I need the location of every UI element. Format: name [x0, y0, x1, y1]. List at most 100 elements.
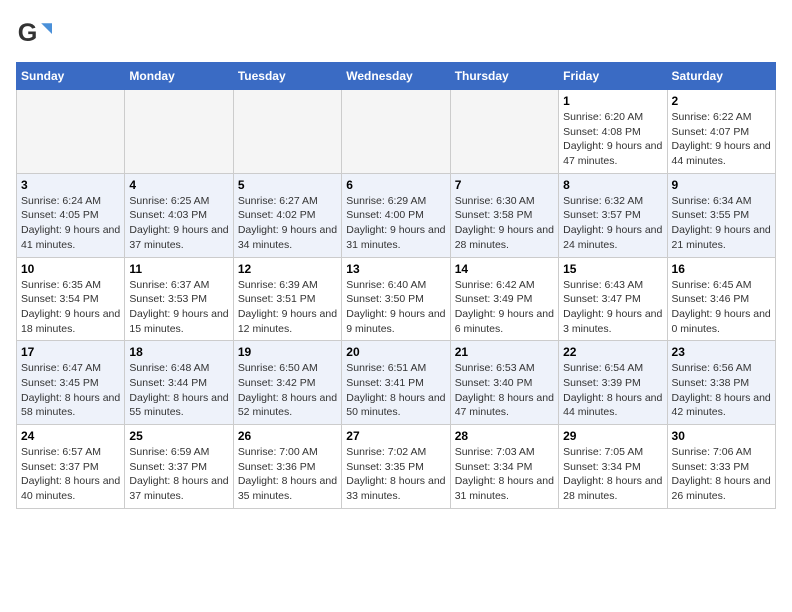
- column-header-friday: Friday: [559, 63, 667, 90]
- day-info: Sunrise: 6:37 AMSunset: 3:53 PMDaylight:…: [129, 278, 228, 337]
- day-number: 4: [129, 178, 228, 192]
- logo: G: [16, 16, 56, 52]
- calendar-cell: 18 Sunrise: 6:48 AMSunset: 3:44 PMDayligh…: [125, 341, 233, 425]
- day-info: Sunrise: 6:20 AMSunset: 4:08 PMDaylight:…: [563, 110, 662, 169]
- calendar-cell: 24 Sunrise: 6:57 AMSunset: 3:37 PMDayligh…: [17, 425, 125, 509]
- day-info: Sunrise: 6:53 AMSunset: 3:40 PMDaylight:…: [455, 361, 554, 420]
- calendar-cell: 8Sunrise: 6:32 AMSunset: 3:57 PMDaylight…: [559, 173, 667, 257]
- day-number: 17: [21, 345, 120, 359]
- calendar-cell: 28Sunrise: 7:03 AMSunset: 3:34 PMDayligh…: [450, 425, 558, 509]
- calendar-cell: 9Sunrise: 6:34 AMSunset: 3:55 PMDaylight…: [667, 173, 775, 257]
- day-number: 8: [563, 178, 662, 192]
- day-info: Sunrise: 7:05 AMSunset: 3:34 PMDaylight:…: [563, 445, 662, 504]
- calendar-cell: 20Sunrise: 6:51 AMSunset: 3:41 PMDayligh…: [342, 341, 450, 425]
- day-number: 26: [238, 429, 337, 443]
- calendar-cell: 16Sunrise: 6:45 AMSunset: 3:46 PMDayligh…: [667, 257, 775, 341]
- day-number: 6: [346, 178, 445, 192]
- day-number: 28: [455, 429, 554, 443]
- day-number: 7: [455, 178, 554, 192]
- day-number: 21: [455, 345, 554, 359]
- column-header-monday: Monday: [125, 63, 233, 90]
- calendar-cell: 5 Sunrise: 6:27 AMSunset: 4:02 PMDaylight…: [233, 173, 341, 257]
- calendar-cell: 6 Sunrise: 6:29 AMSunset: 4:00 PMDaylight…: [342, 173, 450, 257]
- day-info: Sunrise: 6:22 AMSunset: 4:07 PMDaylight:…: [672, 110, 771, 169]
- day-number: 23: [672, 345, 771, 359]
- day-info: Sunrise: 6:24 AMSunset: 4:05 PMDaylight:…: [21, 194, 120, 253]
- day-info: Sunrise: 6:40 AMSunset: 3:50 PMDaylight:…: [346, 278, 445, 337]
- day-info: Sunrise: 6:29 AMSunset: 4:00 PMDaylight:…: [346, 194, 445, 253]
- calendar-cell: 21 Sunrise: 6:53 AMSunset: 3:40 PMDayligh…: [450, 341, 558, 425]
- calendar-header-row: SundayMondayTuesdayWednesdayThursdayFrid…: [17, 63, 776, 90]
- day-info: Sunrise: 7:02 AMSunset: 3:35 PMDaylight:…: [346, 445, 445, 504]
- calendar-cell: 1 Sunrise: 6:20 AMSunset: 4:08 PMDaylight…: [559, 90, 667, 174]
- calendar-cell: 13Sunrise: 6:40 AMSunset: 3:50 PMDayligh…: [342, 257, 450, 341]
- calendar-cell: 2 Sunrise: 6:22 AMSunset: 4:07 PMDaylight…: [667, 90, 775, 174]
- calendar-cell: [233, 90, 341, 174]
- calendar-cell: [125, 90, 233, 174]
- calendar-week-row: 1 Sunrise: 6:20 AMSunset: 4:08 PMDaylight…: [17, 90, 776, 174]
- column-header-saturday: Saturday: [667, 63, 775, 90]
- day-number: 24: [21, 429, 120, 443]
- day-number: 22: [563, 345, 662, 359]
- calendar-cell: 29 Sunrise: 7:05 AMSunset: 3:34 PMDayligh…: [559, 425, 667, 509]
- column-header-wednesday: Wednesday: [342, 63, 450, 90]
- calendar-table: SundayMondayTuesdayWednesdayThursdayFrid…: [16, 62, 776, 509]
- calendar-cell: 10 Sunrise: 6:35 AMSunset: 3:54 PMDayligh…: [17, 257, 125, 341]
- day-info: Sunrise: 6:59 AMSunset: 3:37 PMDaylight:…: [129, 445, 228, 504]
- page-header: G: [16, 16, 776, 52]
- calendar-week-row: 10 Sunrise: 6:35 AMSunset: 3:54 PMDayligh…: [17, 257, 776, 341]
- day-number: 18: [129, 345, 228, 359]
- day-number: 3: [21, 178, 120, 192]
- calendar-cell: 30 Sunrise: 7:06 AMSunset: 3:33 PMDayligh…: [667, 425, 775, 509]
- day-number: 14: [455, 262, 554, 276]
- day-number: 1: [563, 94, 662, 108]
- day-number: 16: [672, 262, 771, 276]
- calendar-cell: 23 Sunrise: 6:56 AMSunset: 3:38 PMDayligh…: [667, 341, 775, 425]
- calendar-cell: 25 Sunrise: 6:59 AMSunset: 3:37 PMDayligh…: [125, 425, 233, 509]
- calendar-week-row: 3 Sunrise: 6:24 AMSunset: 4:05 PMDaylight…: [17, 173, 776, 257]
- day-number: 30: [672, 429, 771, 443]
- day-info: Sunrise: 6:54 AMSunset: 3:39 PMDaylight:…: [563, 361, 662, 420]
- calendar-cell: 11Sunrise: 6:37 AMSunset: 3:53 PMDayligh…: [125, 257, 233, 341]
- day-number: 29: [563, 429, 662, 443]
- calendar-cell: 3 Sunrise: 6:24 AMSunset: 4:05 PMDaylight…: [17, 173, 125, 257]
- day-info: Sunrise: 6:39 AMSunset: 3:51 PMDaylight:…: [238, 278, 337, 337]
- column-header-tuesday: Tuesday: [233, 63, 341, 90]
- calendar-cell: 19 Sunrise: 6:50 AMSunset: 3:42 PMDayligh…: [233, 341, 341, 425]
- day-number: 19: [238, 345, 337, 359]
- column-header-thursday: Thursday: [450, 63, 558, 90]
- calendar-cell: 26 Sunrise: 7:00 AMSunset: 3:36 PMDayligh…: [233, 425, 341, 509]
- day-info: Sunrise: 6:25 AMSunset: 4:03 PMDaylight:…: [129, 194, 228, 253]
- day-number: 15: [563, 262, 662, 276]
- day-info: Sunrise: 6:56 AMSunset: 3:38 PMDaylight:…: [672, 361, 771, 420]
- day-info: Sunrise: 6:27 AMSunset: 4:02 PMDaylight:…: [238, 194, 337, 253]
- day-info: Sunrise: 6:43 AMSunset: 3:47 PMDaylight:…: [563, 278, 662, 337]
- calendar-week-row: 24 Sunrise: 6:57 AMSunset: 3:37 PMDayligh…: [17, 425, 776, 509]
- column-header-sunday: Sunday: [17, 63, 125, 90]
- day-number: 12: [238, 262, 337, 276]
- calendar-cell: 4 Sunrise: 6:25 AMSunset: 4:03 PMDaylight…: [125, 173, 233, 257]
- day-number: 25: [129, 429, 228, 443]
- day-number: 20: [346, 345, 445, 359]
- day-number: 27: [346, 429, 445, 443]
- calendar-cell: 22 Sunrise: 6:54 AMSunset: 3:39 PMDayligh…: [559, 341, 667, 425]
- day-info: Sunrise: 7:00 AMSunset: 3:36 PMDaylight:…: [238, 445, 337, 504]
- calendar-cell: [450, 90, 558, 174]
- day-info: Sunrise: 6:48 AMSunset: 3:44 PMDaylight:…: [129, 361, 228, 420]
- calendar-cell: [342, 90, 450, 174]
- calendar-cell: [17, 90, 125, 174]
- day-info: Sunrise: 6:42 AMSunset: 3:49 PMDaylight:…: [455, 278, 554, 337]
- day-info: Sunrise: 6:57 AMSunset: 3:37 PMDaylight:…: [21, 445, 120, 504]
- day-info: Sunrise: 6:47 AMSunset: 3:45 PMDaylight:…: [21, 361, 120, 420]
- day-number: 10: [21, 262, 120, 276]
- svg-text:G: G: [18, 19, 38, 47]
- day-info: Sunrise: 7:06 AMSunset: 3:33 PMDaylight:…: [672, 445, 771, 504]
- day-number: 2: [672, 94, 771, 108]
- calendar-cell: 12 Sunrise: 6:39 AMSunset: 3:51 PMDayligh…: [233, 257, 341, 341]
- day-info: Sunrise: 6:34 AMSunset: 3:55 PMDaylight:…: [672, 194, 771, 253]
- day-info: Sunrise: 6:50 AMSunset: 3:42 PMDaylight:…: [238, 361, 337, 420]
- day-number: 5: [238, 178, 337, 192]
- calendar-cell: 14 Sunrise: 6:42 AMSunset: 3:49 PMDayligh…: [450, 257, 558, 341]
- calendar-cell: 15 Sunrise: 6:43 AMSunset: 3:47 PMDayligh…: [559, 257, 667, 341]
- day-info: Sunrise: 6:35 AMSunset: 3:54 PMDaylight:…: [21, 278, 120, 337]
